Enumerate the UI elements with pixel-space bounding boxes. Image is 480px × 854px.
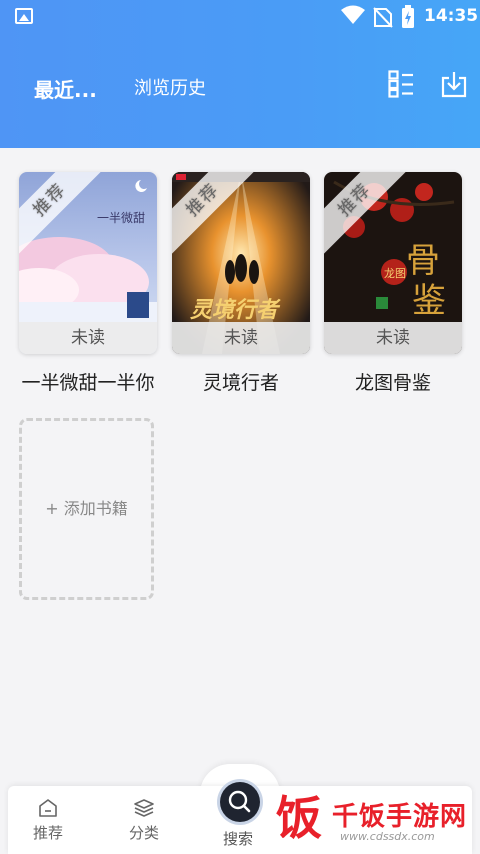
download-icon[interactable] <box>441 70 467 98</box>
watermark-name: 千饭手游网 <box>332 802 468 832</box>
wifi-icon <box>341 5 365 24</box>
svg-text:鉴: 鉴 <box>412 281 446 321</box>
search-icon <box>228 790 251 813</box>
layers-icon <box>134 799 154 817</box>
unread-label: 未读 <box>172 322 310 354</box>
nav-recommend[interactable]: 推荐 <box>18 786 78 843</box>
no-sim-icon <box>373 7 393 28</box>
add-book-button[interactable]: + 添加书籍 <box>19 418 154 600</box>
battery-charging-icon <box>402 5 414 28</box>
nav-recommend-label: 推荐 <box>32 824 63 842</box>
header: 14:35 最近... 浏览历史 <box>0 0 480 148</box>
watermark-url: www.cdssdx.com <box>340 830 435 843</box>
tab-recent[interactable]: 最近... <box>34 74 97 103</box>
nav-search-button[interactable] <box>220 782 260 822</box>
nav-category[interactable]: 分类 <box>114 786 174 843</box>
book-card[interactable]: 一半微甜 推荐 未读 一半微甜一半你 <box>19 172 157 395</box>
book-title[interactable]: 一半微甜一半你 <box>19 368 157 395</box>
image-notification-icon <box>15 8 33 24</box>
nav-category-label: 分类 <box>128 824 159 842</box>
svg-text:骨: 骨 <box>406 241 440 281</box>
unread-label: 未读 <box>19 322 157 354</box>
tab-browse-history[interactable]: 浏览历史 <box>134 74 206 100</box>
book-card[interactable]: 灵境行者 推荐 未读 灵境行者 <box>172 172 310 395</box>
book-cover[interactable]: 骨 鉴 龙图 推荐 未读 <box>324 172 462 354</box>
book-cover[interactable]: 一半微甜 推荐 未读 <box>19 172 157 354</box>
home-icon <box>39 799 57 817</box>
book-title[interactable]: 龙图骨鉴 <box>324 368 462 395</box>
status-time: 14:35 <box>424 6 479 26</box>
book-card[interactable]: 骨 鉴 龙图 推荐 未读 龙图骨鉴 <box>324 172 462 395</box>
svg-text:灵境行者: 灵境行者 <box>190 297 281 323</box>
status-bar: 14:35 <box>0 0 480 34</box>
svg-text:龙图: 龙图 <box>384 267 406 280</box>
nav-search-label: 搜索 <box>223 830 254 848</box>
book-cover[interactable]: 灵境行者 推荐 未读 <box>172 172 310 354</box>
book-title[interactable]: 灵境行者 <box>172 368 310 395</box>
watermark-logo: 饭 <box>276 791 322 845</box>
unread-label: 未读 <box>324 322 462 354</box>
site-watermark: 饭 千饭手游网 www.cdssdx.com <box>270 790 475 850</box>
list-view-icon[interactable] <box>388 70 414 98</box>
svg-text:一半微甜: 一半微甜 <box>97 211 145 225</box>
